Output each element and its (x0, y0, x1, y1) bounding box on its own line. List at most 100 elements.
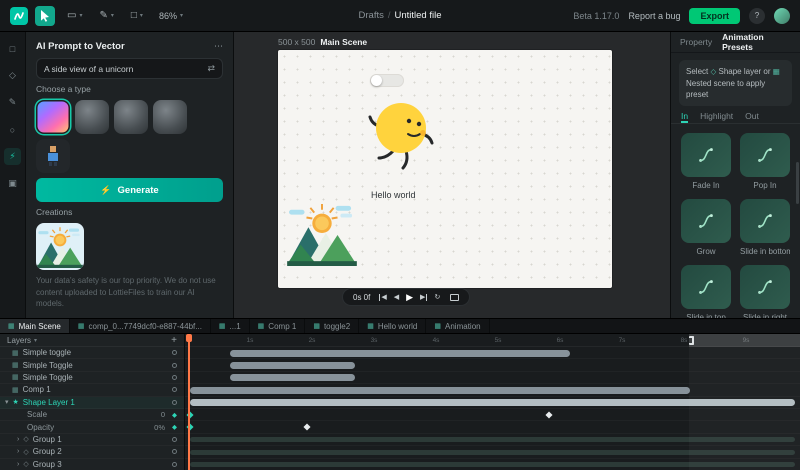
character-icon[interactable]: ○ (4, 121, 21, 138)
timeline-tab-comp-1[interactable]: ▦ Comp 1 (250, 319, 306, 333)
preset-card[interactable] (740, 198, 790, 243)
zoom-control[interactable]: 86% ▾ (159, 11, 183, 21)
timeline-bar[interactable] (229, 361, 355, 369)
chevron-down-icon[interactable]: ▾ (111, 12, 114, 19)
timeline-bar[interactable] (189, 386, 690, 394)
loop-icon[interactable]: ↻ (434, 294, 440, 301)
preset-tab-in[interactable]: In (681, 111, 689, 123)
add-layer-button[interactable]: + (171, 335, 177, 346)
help-icon[interactable]: ? (749, 7, 765, 24)
select-tool-button[interactable] (35, 5, 55, 26)
keyframe-diamond[interactable] (545, 411, 553, 419)
lottie-logo-icon[interactable] (10, 6, 28, 25)
play-icon[interactable]: ▶ (406, 292, 413, 302)
shapes-icon[interactable]: ◇ (4, 67, 21, 84)
frame-tool-button[interactable]: ▭ ▾ (62, 6, 87, 26)
chevron-right-icon[interactable]: › (17, 448, 19, 455)
chevron-down-icon[interactable]: ▾ (34, 337, 37, 344)
current-keyframe-icon[interactable]: ◆ (172, 423, 177, 431)
style-thumb-4[interactable] (36, 139, 70, 174)
visibility-toggle[interactable] (172, 374, 177, 380)
layer-row-simple-toggle[interactable]: ▦ Simple toggle (0, 347, 184, 359)
chevron-down-icon[interactable]: ▾ (79, 12, 82, 19)
visibility-toggle[interactable] (172, 399, 177, 405)
visibility-toggle[interactable] (172, 387, 177, 393)
prompt-input[interactable] (44, 63, 203, 74)
pen-tool-button[interactable]: ✎ ▾ (94, 6, 118, 26)
creation-thumbnail[interactable] (36, 223, 84, 271)
previous-frame-icon[interactable]: ◀ (394, 294, 399, 301)
layer-row-group-2[interactable]: › ◇ Group 2 (0, 446, 184, 458)
visibility-toggle[interactable] (172, 350, 177, 356)
report-a-bug-link[interactable]: Report a bug (628, 11, 680, 21)
layer-row-group-1[interactable]: › ◇ Group 1 (0, 434, 184, 446)
preset-card[interactable] (740, 264, 790, 309)
tab-property[interactable]: Property (680, 37, 712, 47)
breadcrumb-drafts[interactable]: Drafts (359, 10, 384, 21)
character-element[interactable] (364, 88, 438, 178)
visibility-toggle[interactable] (172, 436, 177, 442)
keyframe-diamond[interactable] (303, 423, 311, 431)
file-name[interactable]: Untitled file (394, 10, 441, 21)
layer-row-group-3[interactable]: › ◇ Group 3 (0, 459, 184, 470)
skip-to-start-icon[interactable]: ◀ (379, 293, 387, 301)
chevron-down-icon[interactable]: ▾ (140, 12, 143, 19)
property-value[interactable]: 0 (161, 410, 165, 419)
timeline-tab-hello-world[interactable]: ▦ Hello world (359, 319, 427, 333)
layer-row-simple-toggle[interactable]: ▦ Simple Toggle (0, 359, 184, 371)
style-thumb-2[interactable] (114, 100, 148, 135)
layer-row-simple-toggle[interactable]: ▦ Simple Toggle (0, 372, 184, 384)
timeline-track-area[interactable]: 1s 2s 3s 4s 5s 6s 7s 8s 9s (185, 334, 800, 470)
visibility-toggle[interactable] (172, 449, 177, 455)
ai-prompt-icon[interactable]: ⚡ (4, 148, 21, 165)
hello-world-text[interactable]: Hello world (371, 190, 416, 200)
shape-tool-button[interactable]: □ ▾ (126, 6, 148, 26)
preset-tab-highlight[interactable]: Highlight (700, 111, 733, 123)
preset-card[interactable] (681, 198, 731, 243)
artboard[interactable]: Hello world (278, 50, 612, 288)
work-area-end-marker[interactable] (689, 336, 695, 345)
timeline-tab-main-scene[interactable]: ▦ Main Scene (0, 319, 70, 333)
preset-card[interactable] (740, 132, 790, 177)
landscape-element[interactable] (287, 202, 357, 268)
style-thumb-1[interactable] (75, 100, 109, 135)
visibility-toggle[interactable] (172, 461, 177, 467)
playhead[interactable] (185, 334, 192, 470)
chevron-right-icon[interactable]: › (17, 461, 19, 468)
style-thumb-0[interactable] (36, 100, 70, 135)
next-frame-icon[interactable]: ▶ (420, 293, 428, 301)
generate-button[interactable]: ⚡ Generate (36, 178, 223, 203)
draw-icon[interactable]: ✎ (4, 94, 21, 111)
visibility-toggle[interactable] (172, 362, 177, 368)
preset-card[interactable] (681, 264, 731, 309)
scrollbar[interactable] (796, 162, 799, 204)
assets-icon[interactable]: ▣ (4, 175, 21, 192)
export-button[interactable]: Export (689, 7, 740, 24)
timeline-tab-toggle2[interactable]: ▦ toggle2 (305, 319, 360, 333)
timeline-tab--1[interactable]: ▦ ...1 (211, 319, 250, 333)
select-icon[interactable]: □ (4, 40, 21, 57)
layer-row-scale[interactable]: Scale 0 ◆ (0, 409, 184, 421)
property-value[interactable]: 0% (154, 423, 165, 432)
layer-row-opacity[interactable]: Opacity 0% ◆ (0, 421, 184, 433)
playhead-handle[interactable] (185, 334, 192, 342)
current-keyframe-icon[interactable]: ◆ (172, 411, 177, 419)
style-thumb-3[interactable] (153, 100, 187, 135)
chevron-right-icon[interactable]: › (17, 436, 19, 443)
preset-tab-out[interactable]: Out (745, 111, 759, 123)
layer-row-comp-1[interactable]: ▦ Comp 1 (0, 384, 184, 396)
timeline-bar[interactable] (229, 374, 355, 382)
preview-monitor-icon[interactable] (450, 293, 460, 301)
preset-card[interactable] (681, 132, 731, 177)
timeline-tab-animation[interactable]: ▦ Animation (426, 319, 490, 333)
timeline-ruler[interactable]: 1s 2s 3s 4s 5s 6s 7s 8s 9s (185, 334, 800, 347)
layers-label[interactable]: Layers (7, 336, 31, 345)
chevron-down-icon[interactable]: ▾ (5, 398, 9, 406)
timeline-tab-comp-0-7749dcf0-e887-44bf-[interactable]: ▦ comp_0...7749dcf0-e887-44bf... (70, 319, 211, 333)
avatar[interactable] (774, 7, 790, 24)
scene-name[interactable]: Main Scene (320, 37, 367, 47)
timeline-bar[interactable] (229, 349, 570, 357)
more-options-icon[interactable]: ⋯ (214, 41, 223, 52)
shuffle-icon[interactable]: ⇄ (207, 63, 215, 74)
layer-row-shape-layer-1[interactable]: ▾ ★ Shape Layer 1 (0, 396, 184, 409)
